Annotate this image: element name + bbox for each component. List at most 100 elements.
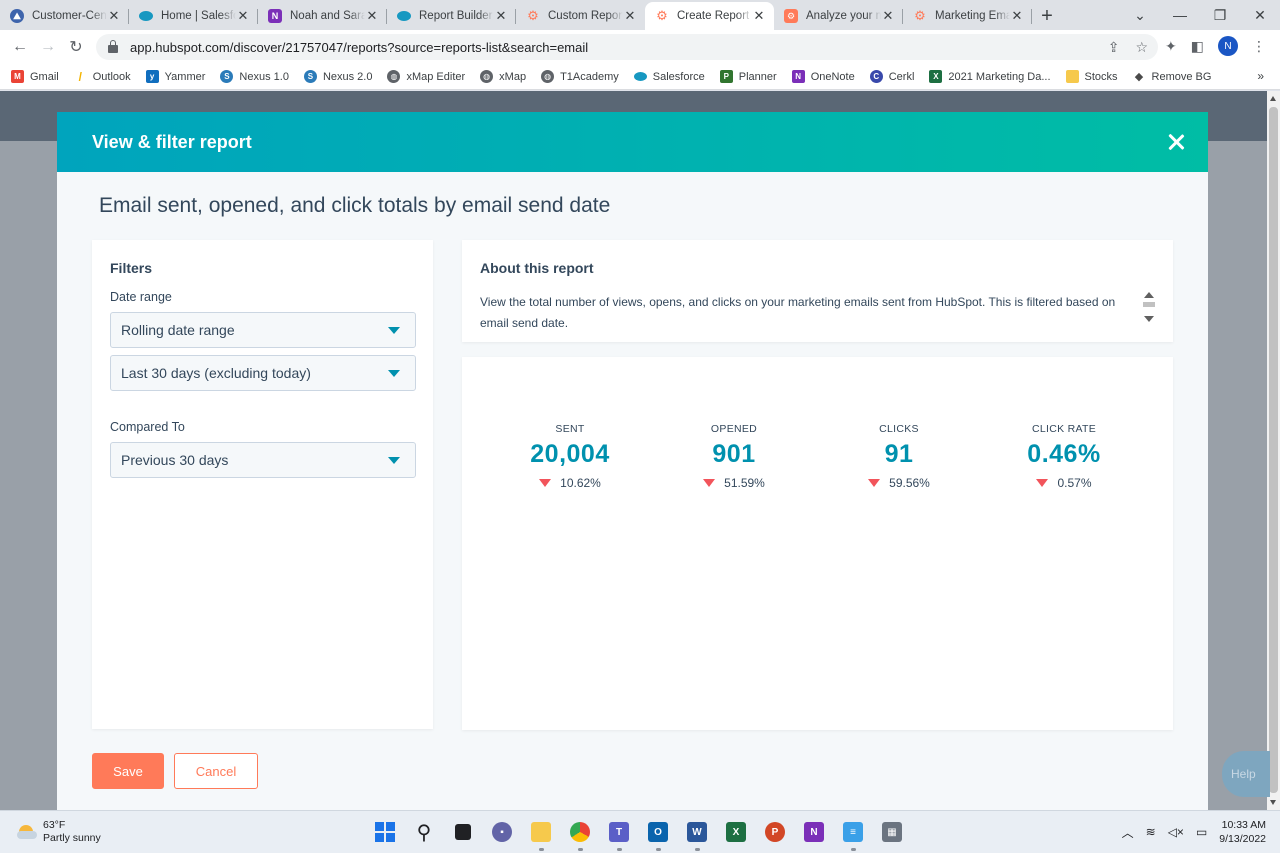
scrollbar-thumb[interactable] [1143,302,1155,307]
bookmark-t1academy[interactable]: ◍ T1Academy [541,70,619,83]
close-icon[interactable]: ✕ [752,8,766,24]
windows-taskbar: 63°F Partly sunny ⚲ ▪ T O W X P N ≡ ▦ ︿ … [0,810,1280,853]
weather-widget[interactable]: 63°F Partly sunny [17,819,101,845]
browser-tab-1[interactable]: ⛰ Customer-Cent ✕ [0,2,129,30]
clock[interactable]: 10:33 AM 9/13/2022 [1219,818,1266,846]
outlook-icon[interactable]: O [645,819,671,851]
decrease-arrow-icon [1036,479,1049,487]
scroll-down-arrow-icon[interactable] [1144,316,1154,322]
chevron-down-icon[interactable]: ⌄ [1120,7,1160,24]
restore-icon[interactable]: ❐ [1200,7,1240,24]
save-button[interactable]: Save [92,753,164,789]
scroll-up-arrow-icon[interactable] [1144,292,1154,298]
hubspot-sprocket-icon: ⚙ [527,8,539,23]
planner-icon: P [719,70,733,83]
chrome-icon[interactable] [567,819,593,851]
hubspot-sprocket-icon: ⚙ [914,8,926,23]
date-range-type-select[interactable]: Rolling date range [110,312,416,348]
speaker-muted-icon[interactable]: ◁× [1168,825,1184,839]
powerpoint-icon[interactable]: P [762,819,788,845]
browser-tab-8[interactable]: ⚙ Marketing Ema ✕ [903,2,1032,30]
close-icon[interactable]: ✕ [881,8,895,24]
file-explorer-icon[interactable] [528,819,554,851]
address-bar[interactable]: app.hubspot.com/discover/21757047/report… [96,34,1158,60]
bookmark-yammer[interactable]: y Yammer [145,70,205,83]
close-icon[interactable]: ✕ [623,8,637,24]
bookmark-xmap[interactable]: ◍ xMap [480,70,526,83]
excel-icon[interactable]: X [723,819,749,845]
caret-down-icon [388,370,400,377]
scroll-down-arrow-icon[interactable] [1270,800,1276,805]
bookmark-nexus-1[interactable]: S Nexus 1.0 [220,70,289,83]
browser-tab-3[interactable]: N Noah and Sara ✕ [258,2,387,30]
bookmark-onenote[interactable]: N OneNote [791,70,855,83]
bookmark-xmap-editer[interactable]: ◍ xMap Editer [387,70,465,83]
browser-tab-6-active[interactable]: ⚙ Create Report ✕ [645,2,774,30]
scrollbar-thumb[interactable] [1269,107,1278,793]
reload-icon[interactable]: ↻ [62,37,90,57]
metric-sent: SENT 20,004 10.62% [488,423,652,490]
battery-charging-icon[interactable]: ▭ [1196,825,1207,839]
lock-icon[interactable] [108,40,118,53]
notepad-icon[interactable]: ≡ [840,819,866,851]
nexus-icon: S [220,70,234,83]
star-icon[interactable]: ☆ [1135,39,1148,56]
browser-tab-2[interactable]: Home | Salesfo ✕ [129,2,258,30]
browser-tab-7[interactable]: ⚙ Analyze your m ✕ [774,2,903,30]
browser-tab-5[interactable]: ⚙ Custom Report ✕ [516,2,645,30]
chevron-double-right-icon[interactable]: » [1257,69,1264,83]
salesforce-trailhead-icon: ⛰ [10,9,24,23]
close-icon[interactable]: ✕ [494,8,508,24]
windows-start-icon[interactable] [372,819,398,845]
back-arrow-icon[interactable]: ← [6,38,34,56]
close-icon[interactable]: ✕ [107,8,121,24]
date-range-value-select[interactable]: Last 30 days (excluding today) [110,355,416,391]
teams-chat-icon[interactable]: ▪ [489,819,515,845]
search-icon[interactable]: ⚲ [411,819,437,845]
task-view-icon[interactable] [450,819,476,845]
calculator-icon[interactable]: ▦ [879,819,905,845]
forward-arrow-icon[interactable]: → [34,38,62,56]
kebab-menu-icon[interactable]: ⋮ [1252,38,1266,55]
bookmark-planner[interactable]: P Planner [719,70,777,83]
bookmark-cerkl[interactable]: C Cerkl [869,70,914,83]
compared-to-label: Compared To [110,420,185,434]
bookmark-stocks[interactable]: Stocks [1065,70,1118,83]
close-window-icon[interactable]: ✕ [1240,7,1280,24]
bookmark-remove-bg[interactable]: ◆ Remove BG [1133,70,1212,84]
wifi-icon[interactable]: ≋ [1146,825,1156,839]
new-tab-button[interactable]: + [1032,2,1062,30]
about-heading: About this report [480,260,594,276]
share-icon[interactable]: ⇪ [1108,39,1120,56]
onenote-icon[interactable]: N [801,819,827,845]
onenote-icon: N [791,70,805,83]
caret-down-icon [388,327,400,334]
about-text-scrollbar[interactable] [1143,290,1155,324]
bookmark-gmail[interactable]: M Gmail [11,70,59,83]
browser-tab-4[interactable]: Report Builder ✕ [387,2,516,30]
scroll-up-arrow-icon[interactable] [1270,96,1276,101]
system-tray: ︿ ≋ ◁× ▭ 10:33 AM 9/13/2022 [1122,818,1266,846]
page-scrollbar[interactable] [1267,91,1280,810]
bookmark-nexus-2[interactable]: S Nexus 2.0 [303,70,372,83]
bookmark-outlook[interactable]: / Outlook [74,70,131,84]
side-panel-icon[interactable]: ◧ [1191,38,1204,55]
filters-heading: Filters [110,260,153,276]
close-icon[interactable] [1164,130,1188,154]
tab-title: Noah and Sara [290,10,365,22]
close-icon[interactable]: ✕ [365,8,379,24]
minimize-icon[interactable]: — [1160,7,1200,23]
close-icon[interactable]: ✕ [1010,8,1024,24]
compared-to-select[interactable]: Previous 30 days [110,442,416,478]
word-icon[interactable]: W [684,819,710,851]
select-value: Previous 30 days [121,452,229,468]
chevron-up-icon[interactable]: ︿ [1122,824,1134,841]
bookmark-salesforce[interactable]: Salesforce [633,71,705,83]
help-widget-button[interactable]: Help [1222,751,1270,797]
close-icon[interactable]: ✕ [236,8,250,24]
bookmark-marketing-data[interactable]: X 2021 Marketing Da... [929,70,1051,83]
profile-avatar[interactable]: N [1218,36,1238,56]
extensions-puzzle-icon[interactable]: ✦ [1165,38,1177,55]
teams-icon[interactable]: T [606,819,632,851]
cancel-button[interactable]: Cancel [174,753,258,789]
